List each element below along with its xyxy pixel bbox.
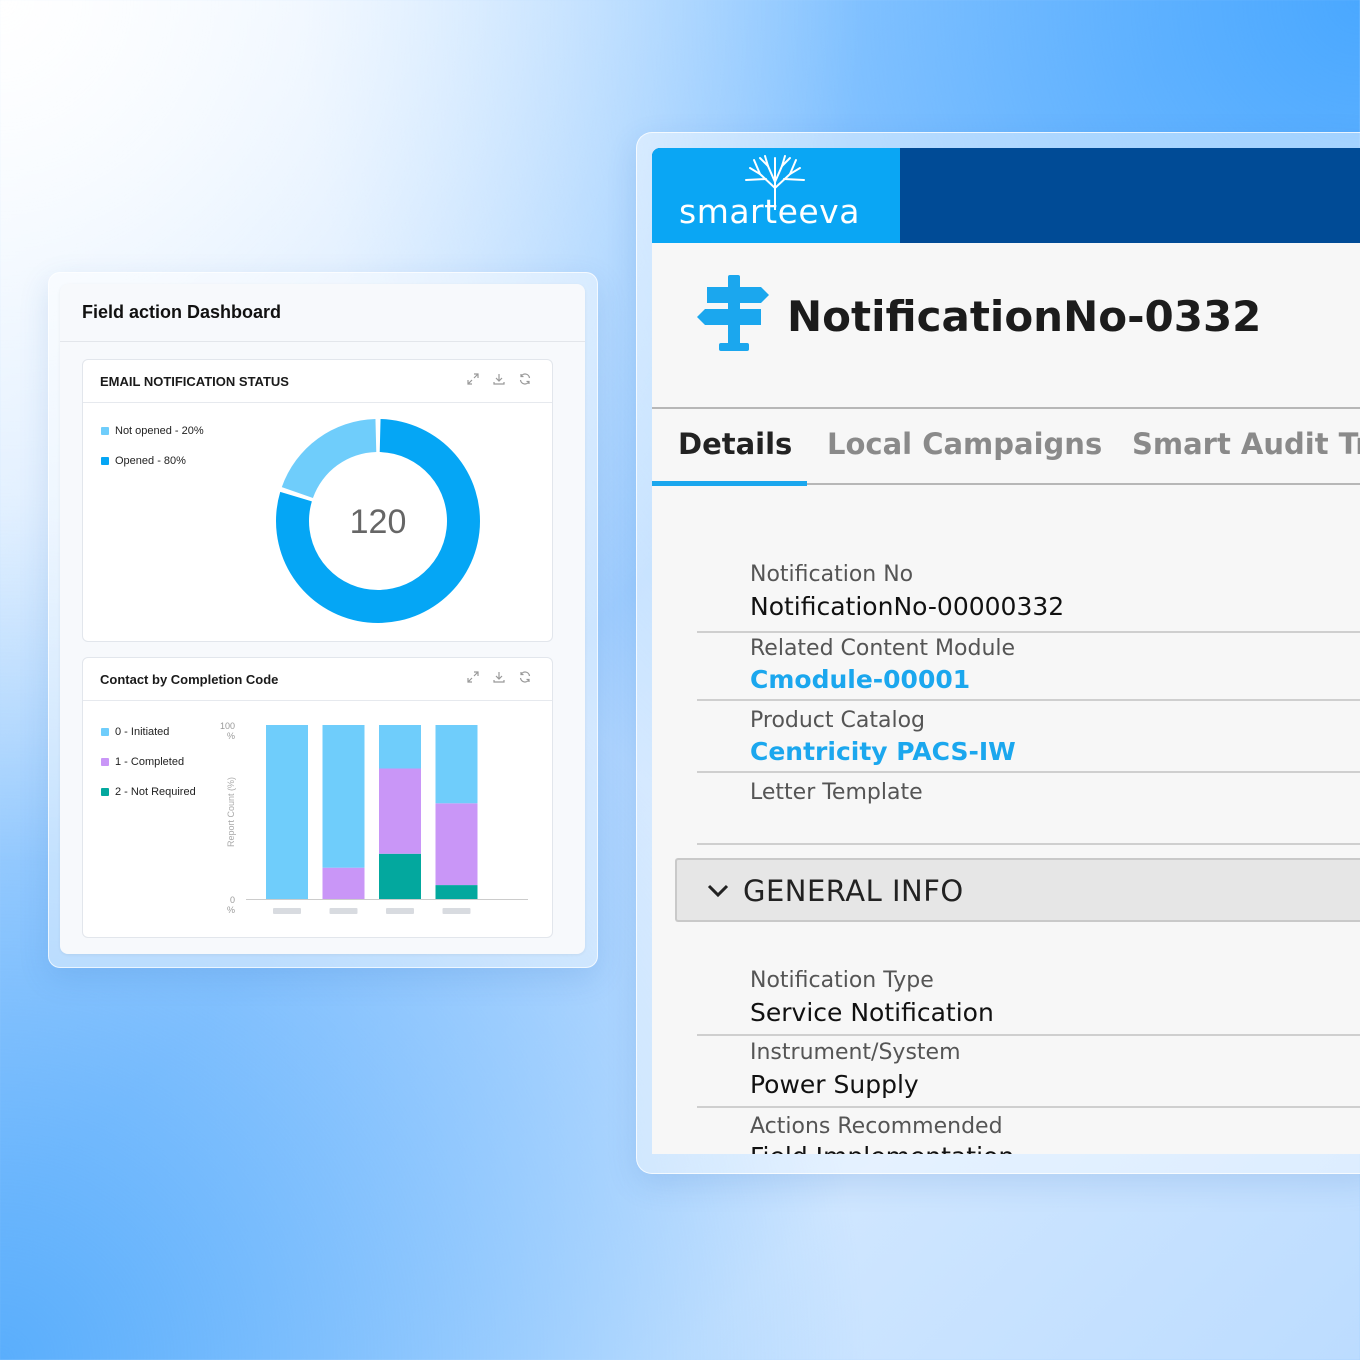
x-tick-label [329,908,358,914]
active-tab-indicator [652,481,807,486]
download-icon[interactable] [492,670,506,684]
bar-segment[interactable] [379,853,421,899]
legend-item[interactable]: 0 - Initiated [101,725,196,739]
field-label: Actions Recommended [750,1114,1003,1139]
tab-smart-audit-trail[interactable]: Smart Audit Tra [1132,427,1360,461]
field-value: Power Supply [750,1070,919,1099]
field-label: Product Catalog [750,708,926,733]
general-info-section-header[interactable]: GENERAL INFO [675,858,1360,922]
email-status-donut-chart: 120 [276,419,481,623]
field-label: Notification No [750,562,914,587]
bar-segment[interactable] [322,867,365,899]
field-label: Instrument/System [750,1040,961,1065]
x-tick-label [386,908,414,914]
section-title: GENERAL INFO [743,874,964,908]
bar-segment[interactable] [435,803,478,886]
field-label: Letter Template [750,780,923,805]
tab-bar: Details Local Campaigns Smart Audit Tra [652,409,1360,486]
legend-item[interactable]: Not opened - 20% [101,424,204,438]
legend-label: 2 - Not Required [115,786,196,798]
legend-label: Opened - 80% [115,455,186,467]
legend-swatch [101,788,109,796]
legend-item[interactable]: 2 - Not Required [101,785,196,799]
completion-stacked-bar-chart: 100 % 0 % Report Count (%) [220,721,528,915]
x-tick-label [273,908,301,914]
x-tick-label [442,908,471,914]
bar-segment[interactable] [322,725,365,868]
expand-icon[interactable] [466,670,480,684]
related-content-module-link[interactable]: Cmodule-00001 [750,665,970,694]
donut-slice-not-opened[interactable] [281,419,377,499]
field-notification-no: Notification No NotificationNo-00000332 [697,548,1360,633]
tab-local-campaigns[interactable]: Local Campaigns [827,427,1102,461]
completion-legend: 0 - Initiated 1 - Completed 2 - Not Requ… [101,725,196,799]
legend-item[interactable]: 1 - Completed [101,755,196,769]
legend-swatch [101,758,109,766]
widget-toolbar [466,372,532,386]
record-title: NotificationNo-0332 [787,292,1262,341]
bar-segment[interactable] [379,725,421,769]
email-legend: Not opened - 20% Opened - 80% [101,424,204,468]
brand-logo[interactable]: smarteeva [652,148,900,243]
field-instrument-system: Instrument/System Power Supply [697,1034,1360,1108]
legend-label: Not opened - 20% [115,425,204,437]
legend-label: 1 - Completed [115,756,185,768]
bar-segment[interactable] [435,885,478,899]
widget-title: EMAIL NOTIFICATION STATUS [100,374,289,389]
field-value: Service Notification [750,998,994,1027]
field-action-dashboard: Field action Dashboard EMAIL NOTIFICATIO… [60,284,585,954]
signpost-icon [697,275,769,351]
email-notification-widget: EMAIL NOTIFICATION STATUS Not opened - 2… [82,359,553,642]
field-value: NotificationNo-00000332 [750,592,1065,621]
legend-item[interactable]: Opened - 80% [101,454,204,468]
brand-name: smarteeva [679,192,860,231]
field-notification-type: Notification Type Service Notification [697,960,1360,1036]
legend-label: 0 - Initiated [115,726,170,738]
y-tick-label: 0% [227,895,235,915]
notification-panel: smarteeva NotificationNo-0332 Details Lo… [652,148,1360,1154]
legend-swatch [101,457,109,465]
field-label: Related Content Module [750,636,1016,661]
legend-swatch [101,728,109,736]
field-actions-recommended: Actions Recommended Field Implementation [697,1106,1360,1154]
refresh-icon[interactable] [518,670,532,684]
product-catalog-link[interactable]: Centricity PACS-IW [750,737,1016,766]
chevron-down-icon [707,884,729,898]
refresh-icon[interactable] [518,372,532,386]
y-tick-label: 100% [220,721,235,741]
legend-swatch [101,427,109,435]
y-axis-label: Report Count (%) [226,777,236,847]
tab-details[interactable]: Details [678,427,792,461]
bar-segment[interactable] [435,725,478,804]
widget-header: EMAIL NOTIFICATION STATUS [83,360,552,403]
bar-segment[interactable] [266,725,308,899]
top-bar: smarteeva [652,148,1360,243]
field-product-catalog: Product Catalog Centricity PACS-IW [697,699,1360,773]
widget-toolbar [466,670,532,684]
expand-icon[interactable] [466,372,480,386]
widget-title: Contact by Completion Code [100,672,279,687]
widget-header: Contact by Completion Code [83,658,552,701]
contact-completion-widget: Contact by Completion Code 0 - Initiated… [82,657,553,938]
field-label: Notification Type [750,968,934,993]
field-related-content-module: Related Content Module Cmodule-00001 [697,631,1360,701]
field-letter-template: Letter Template [697,771,1360,845]
bar-segment[interactable] [379,768,421,854]
dashboard-title: Field action Dashboard [60,284,585,342]
download-icon[interactable] [492,372,506,386]
donut-center-value: 120 [350,503,407,541]
record-header: NotificationNo-0332 [652,243,1360,409]
field-value: Field Implementation [750,1142,1014,1154]
